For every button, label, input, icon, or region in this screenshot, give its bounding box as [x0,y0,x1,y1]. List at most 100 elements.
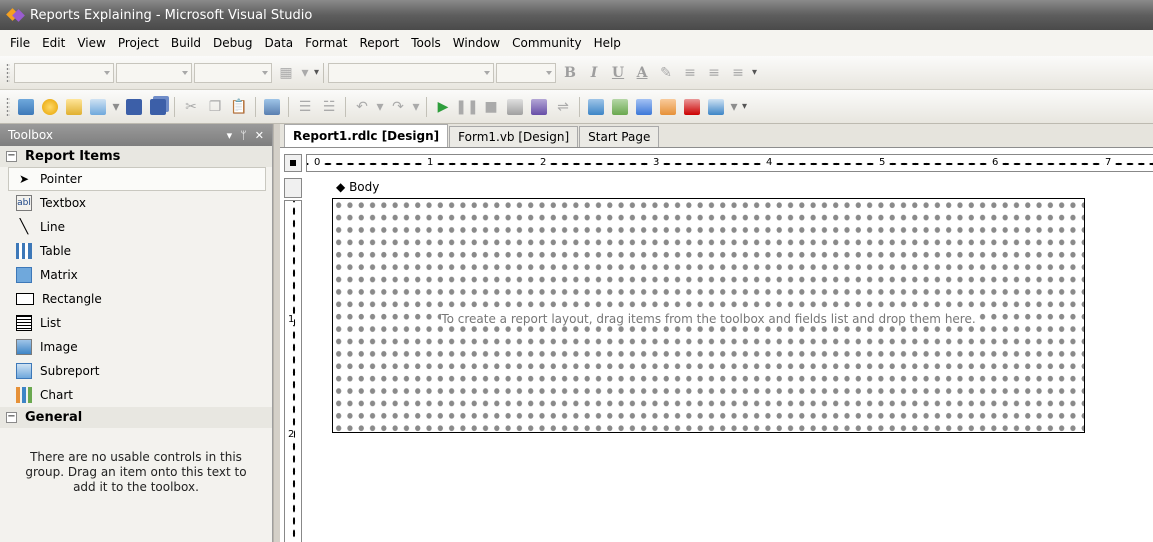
report-body-surface[interactable]: To create a report layout, drag items fr… [332,198,1085,433]
solution-explorer-icon[interactable] [609,96,631,118]
paste-icon[interactable]: 📋 [228,96,250,118]
add-new-item-icon[interactable] [87,96,109,118]
panel-splitter[interactable] [273,124,280,542]
align-left-icon[interactable]: ≡ [679,62,701,84]
toolbox-icon[interactable] [681,96,703,118]
add-item-icon[interactable] [39,96,61,118]
font-combo[interactable] [116,62,192,83]
menu-format[interactable]: Format [299,33,353,53]
bold-button[interactable]: B [559,62,581,84]
tool-label: Line [40,220,66,234]
toolbar-grip[interactable] [6,62,10,83]
borders-button[interactable]: ▦ [275,62,297,84]
highlight-icon[interactable]: ✎ [655,62,677,84]
start-debugging-icon[interactable]: ▶ [432,96,454,118]
menu-help[interactable]: Help [588,33,627,53]
body-row-selector[interactable] [284,178,302,198]
navigate-icon[interactable]: ⇌ [552,96,574,118]
window-dropdown-icon[interactable]: ▾ [729,96,739,118]
matrix-icon [16,267,32,283]
comment-icon[interactable]: ☰ [294,96,316,118]
menu-data[interactable]: Data [258,33,299,53]
redo-dropdown-icon[interactable]: ▾ [411,96,421,118]
select-report-button[interactable] [284,154,302,172]
collapse-icon[interactable]: − [6,412,17,423]
tool-subreport[interactable]: Subreport [0,359,272,383]
style-combo[interactable] [14,62,114,83]
find-icon[interactable] [585,96,607,118]
tab-start-page[interactable]: Start Page [579,126,660,147]
step-icon[interactable] [504,96,526,118]
tool-table[interactable]: Table [0,239,272,263]
save-icon[interactable] [123,96,145,118]
breakpoint-icon[interactable] [528,96,550,118]
report-items-group-header[interactable]: − Report Items [0,146,272,167]
ruler-label: 2 [288,429,295,440]
menu-window[interactable]: Window [447,33,506,53]
uncomment-icon[interactable]: ☱ [318,96,340,118]
tool-rectangle[interactable]: Rectangle [0,287,272,311]
menu-debug[interactable]: Debug [207,33,258,53]
toolbox-pin-icon[interactable]: ᛘ [240,129,247,142]
format-painter-icon[interactable] [261,96,283,118]
toolbox-title: Toolbox [8,128,53,142]
undo-icon[interactable]: ↶ [351,96,373,118]
tab-report1-design[interactable]: Report1.rdlc [Design] [284,124,449,147]
cut-icon[interactable]: ✂ [180,96,202,118]
rectangle-icon [16,293,34,305]
body-section-bar[interactable]: ◆ Body [306,178,1153,198]
ruler-label: 5 [878,157,887,168]
tool-label: List [40,316,61,330]
open-file-icon[interactable] [63,96,85,118]
tool-chart[interactable]: Chart [0,383,272,407]
window-icon[interactable] [705,96,727,118]
menu-project[interactable]: Project [112,33,165,53]
textbox-icon: abl [16,195,32,211]
menu-tools[interactable]: Tools [405,33,447,53]
tool-line[interactable]: ╲ Line [0,215,272,239]
tools-icon[interactable] [657,96,679,118]
font-family-combo[interactable] [328,62,495,83]
font-size-combo[interactable] [194,62,272,83]
general-group-header[interactable]: − General [0,407,272,428]
menu-report[interactable]: Report [353,33,405,53]
list-icon [16,315,32,331]
undo-dropdown-icon[interactable]: ▾ [375,96,385,118]
toolbar-overflow-icon[interactable]: ▾ [742,101,747,112]
toolbar-overflow-icon[interactable]: ▾ [314,67,319,78]
tab-form1-design[interactable]: Form1.vb [Design] [449,126,579,147]
tool-pointer[interactable]: ➤ Pointer [8,167,266,191]
image-icon [16,339,32,355]
toolbox-options-icon[interactable]: ▾ [227,129,233,142]
tool-matrix[interactable]: Matrix [0,263,272,287]
font-color-button[interactable]: A [631,62,653,84]
redo-icon[interactable]: ↷ [387,96,409,118]
toolbar-grip[interactable] [6,96,10,117]
copy-icon[interactable]: ❐ [204,96,226,118]
menu-file[interactable]: File [4,33,36,53]
font-point-combo[interactable] [496,62,557,83]
properties-icon[interactable] [633,96,655,118]
tool-image[interactable]: Image [0,335,272,359]
menu-community[interactable]: Community [506,33,587,53]
menu-build[interactable]: Build [165,33,207,53]
toolbox-close-icon[interactable]: ✕ [255,129,264,142]
borders-dropdown-icon[interactable]: ▾ [299,62,311,84]
tool-list[interactable]: List [0,311,272,335]
menu-edit[interactable]: Edit [36,33,71,53]
new-project-icon[interactable] [15,96,37,118]
align-center-icon[interactable]: ≡ [703,62,725,84]
toolbar-overflow-icon[interactable]: ▾ [752,67,757,78]
collapse-icon[interactable]: − [6,151,17,162]
add-item-dropdown-icon[interactable]: ▾ [111,96,121,118]
tool-label: Pointer [40,172,83,186]
underline-button[interactable]: U [607,62,629,84]
pause-icon[interactable]: ❚❚ [455,96,478,118]
body-label-text: Body [349,180,380,194]
save-all-icon[interactable] [147,96,169,118]
italic-button[interactable]: I [583,62,605,84]
menu-view[interactable]: View [71,33,111,53]
tool-textbox[interactable]: abl Textbox [0,191,272,215]
align-right-icon[interactable]: ≡ [727,62,749,84]
stop-icon[interactable]: ■ [480,96,502,118]
